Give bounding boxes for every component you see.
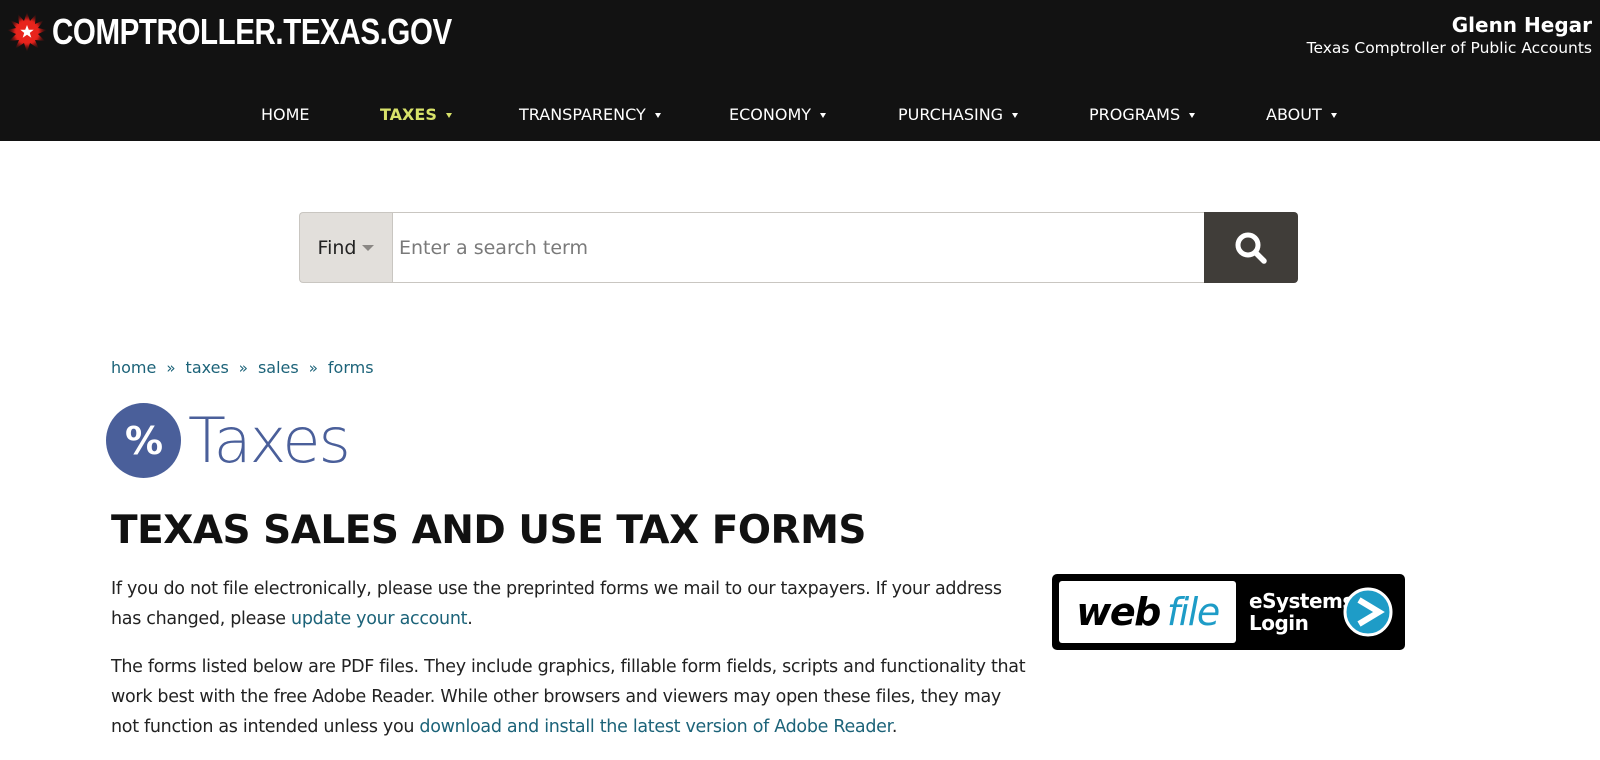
breadcrumb-sales[interactable]: sales — [258, 358, 299, 377]
page-content: If you do not file electronically, pleas… — [111, 574, 1031, 760]
caret-down-icon — [1330, 112, 1337, 118]
breadcrumb-separator: » — [238, 358, 248, 377]
official-block: Glenn Hegar Texas Comptroller of Public … — [1307, 13, 1592, 59]
nav-item-label: ECONOMY — [729, 105, 812, 124]
page-title: TEXAS SALES AND USE TAX FORMS — [111, 508, 866, 553]
paragraph-text: If you do not file electronically, pleas… — [111, 579, 1002, 629]
nav-item-economy[interactable]: ECONOMY — [729, 98, 827, 132]
site-name: COMPTROLLER.TEXAS.GOV — [52, 11, 452, 52]
breadcrumb-separator: » — [166, 358, 176, 377]
webfile-word-web: web — [1076, 590, 1161, 634]
breadcrumb-separator: » — [308, 358, 318, 377]
breadcrumb-home[interactable]: home — [111, 358, 156, 377]
paragraph-text: . — [467, 609, 473, 629]
caret-down-icon — [362, 244, 375, 251]
starburst-star-icon — [7, 12, 47, 52]
search-scope-dropdown[interactable]: Find — [299, 212, 392, 283]
search-scope-label: Find — [317, 236, 357, 259]
nav-item-label: TRANSPARENCY — [519, 105, 646, 124]
percent-icon: % — [106, 403, 181, 478]
pdf-info-paragraph: The forms listed below are PDF files. Th… — [111, 652, 1031, 742]
webfile-word-file: file — [1166, 590, 1220, 634]
caret-down-icon — [445, 112, 452, 118]
nav-item-label: HOME — [261, 105, 310, 124]
breadcrumb-taxes[interactable]: taxes — [186, 358, 229, 377]
webfile-esystems-login-button[interactable]: web file eSystems Login — [1052, 574, 1405, 650]
official-name: Glenn Hegar — [1451, 13, 1592, 37]
official-title: Texas Comptroller of Public Accounts — [1306, 39, 1592, 57]
nav-item-label: ABOUT — [1266, 105, 1322, 124]
webfile-logo: web file — [1059, 581, 1236, 643]
site-header: COMPTROLLER.TEXAS.GOV Glenn Hegar Texas … — [0, 0, 1600, 141]
caret-down-icon — [820, 112, 827, 118]
arrow-right-circle-icon — [1343, 587, 1393, 637]
esystems-label: eSystems — [1249, 589, 1354, 613]
caret-down-icon — [654, 112, 661, 118]
nav-item-home[interactable]: HOME — [261, 98, 310, 132]
esystems-login-label: eSystems Login — [1249, 590, 1354, 634]
search-icon — [1235, 232, 1267, 264]
search-button[interactable] — [1204, 212, 1298, 283]
nav-item-label: PURCHASING — [898, 105, 1004, 124]
paragraph-text: . — [891, 717, 898, 737]
search-bar: Find — [299, 212, 1298, 283]
nav-item-purchasing[interactable]: PURCHASING — [898, 98, 1019, 132]
search-input[interactable] — [392, 212, 1204, 283]
nav-item-about[interactable]: ABOUT — [1266, 98, 1337, 132]
update-account-link[interactable]: update your account — [291, 609, 467, 629]
main-nav: HOME TAXES TRANSPARENCY ECONOMY PURCHASI… — [0, 98, 1600, 132]
adobe-reader-link[interactable]: download and install the latest version … — [419, 717, 892, 737]
intro-paragraph: If you do not file electronically, pleas… — [111, 574, 1031, 634]
site-logo-link[interactable]: COMPTROLLER.TEXAS.GOV — [6, 10, 540, 54]
breadcrumb-forms[interactable]: forms — [328, 358, 374, 377]
section-title: Taxes — [188, 404, 351, 477]
caret-down-icon — [1189, 112, 1196, 118]
nav-item-transparency[interactable]: TRANSPARENCY — [519, 98, 661, 132]
nav-item-label: PROGRAMS — [1089, 105, 1181, 124]
nav-item-label: TAXES — [380, 105, 437, 124]
nav-item-programs[interactable]: PROGRAMS — [1089, 98, 1196, 132]
caret-down-icon — [1012, 112, 1019, 118]
section-heading: % Taxes — [106, 403, 351, 478]
breadcrumb: home » taxes » sales » forms — [111, 358, 374, 377]
login-label: Login — [1249, 611, 1309, 635]
nav-item-taxes[interactable]: TAXES — [380, 98, 452, 132]
